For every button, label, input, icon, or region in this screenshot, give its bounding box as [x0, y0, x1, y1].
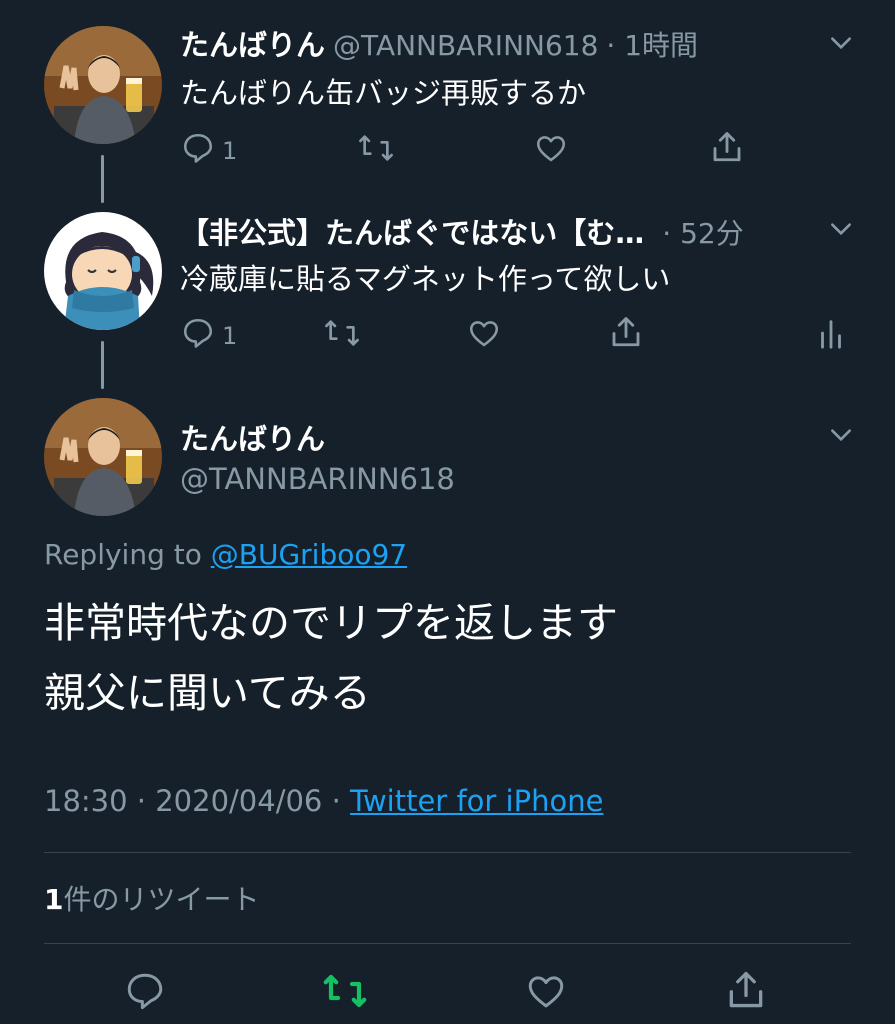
avatar[interactable] [44, 398, 162, 516]
retweet-label: 件のリツイート [63, 883, 260, 916]
reply-icon [180, 316, 216, 356]
retweet-icon [322, 320, 362, 354]
author-name[interactable]: たんばりん [180, 22, 325, 64]
author-name[interactable]: 【非公式】たんばぐではない【む… [180, 210, 644, 252]
like-icon [533, 136, 569, 169]
reply-icon [180, 131, 216, 171]
retweet-icon [320, 974, 370, 1016]
timestamp: 18:30 · 2020/04/06 · [44, 784, 341, 818]
tweet-time[interactable]: · 1時間 [606, 24, 698, 64]
avatar[interactable] [44, 212, 162, 330]
like-button[interactable] [533, 131, 569, 169]
share-icon [608, 317, 644, 354]
source-link[interactable]: Twitter for iPhone [350, 784, 603, 818]
retweet-count: 1 [44, 883, 64, 916]
reply-count: 1 [222, 322, 238, 350]
share-button[interactable] [709, 129, 745, 169]
chevron-down-icon[interactable] [828, 422, 854, 452]
reply-button[interactable] [124, 970, 166, 1016]
author-name[interactable]: たんばりん [180, 416, 325, 458]
thread-line [101, 155, 104, 203]
author-handle[interactable]: @TANNBARINN618 [180, 462, 455, 496]
like-icon [525, 976, 567, 1016]
thread-line [101, 341, 104, 389]
chevron-down-icon[interactable] [828, 216, 854, 246]
main-tweet: たんばりん @TANNBARINN618 Replying to @BUGrib… [0, 390, 895, 1024]
tweet-time[interactable]: · 52分 [662, 212, 743, 252]
tweet-header: 【非公式】たんばぐではない【む… · 52分 [180, 210, 744, 252]
tweet-text: たんばりん缶バッジ再販するか [180, 76, 587, 110]
like-button[interactable] [525, 970, 567, 1016]
author-handle[interactable]: @TANNBARINN618 [333, 29, 598, 62]
replying-to: Replying to @BUGriboo97 [44, 538, 407, 571]
like-icon [466, 321, 502, 354]
like-button[interactable] [466, 316, 502, 354]
replying-prefix: Replying to [44, 538, 202, 571]
reply-button[interactable]: 1 [180, 316, 237, 356]
tweet-text-line-1: 非常時代なのでリプを返します [44, 599, 618, 647]
share-button[interactable] [724, 968, 768, 1016]
tweet-text: 冷蔵庫に貼るマグネット作って欲しい [180, 262, 671, 296]
divider [44, 943, 851, 944]
retweet-button[interactable] [320, 970, 370, 1016]
retweet-stats[interactable]: 1件のリツイート [44, 878, 260, 918]
replying-handle-link[interactable]: @BUGriboo97 [211, 538, 407, 571]
share-icon [724, 971, 768, 1016]
retweet-icon [356, 135, 396, 169]
reply-button[interactable]: 1 [180, 131, 237, 171]
reply-count: 1 [222, 137, 238, 165]
analytics-button[interactable] [816, 316, 846, 354]
tweet-header: たんばりん @TANNBARINN618 · 1時間 [180, 22, 698, 64]
avatar[interactable] [44, 26, 162, 144]
tweet-meta: 18:30 · 2020/04/06 · Twitter for iPhone [44, 784, 603, 818]
chevron-down-icon[interactable] [828, 30, 854, 60]
tweet-2[interactable]: 【非公式】たんばぐではない【む… · 52分 冷蔵庫に貼るマグネット作って欲しい… [0, 200, 895, 390]
reply-icon [124, 973, 166, 1016]
share-icon [709, 132, 745, 169]
share-button[interactable] [608, 314, 644, 354]
retweet-button[interactable] [356, 131, 396, 169]
retweet-button[interactable] [322, 316, 362, 354]
tweet-text-line-2: 親父に聞いてみる [44, 669, 371, 717]
divider [44, 852, 851, 853]
analytics-icon [816, 320, 846, 354]
tweet-1[interactable]: たんばりん @TANNBARINN618 · 1時間 たんばりん缶バッジ再販する… [0, 0, 895, 203]
